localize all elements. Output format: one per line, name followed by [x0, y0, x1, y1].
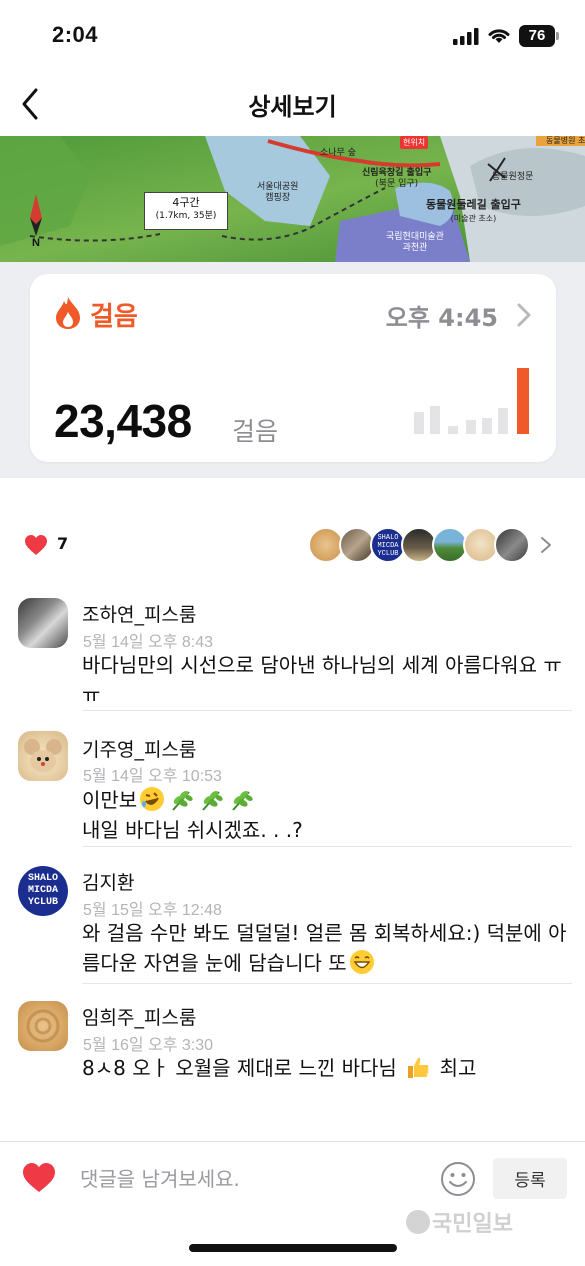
comment-text: 8ㅅ8 오ㅏ 오월을 제대로 느낀 바다님 최고	[82, 1053, 572, 1083]
comment-date: 5월 14일 오후 10:53	[83, 768, 222, 785]
likes-row: 7 SHALO MICDA YCLUB	[0, 520, 585, 570]
divider	[82, 846, 572, 847]
wifi-icon	[488, 29, 510, 43]
avatar	[494, 527, 530, 563]
map-label: 국립현대미술관 과천관	[386, 232, 444, 253]
herb-emoji-icon	[202, 791, 223, 811]
avatar[interactable]	[18, 598, 68, 648]
avatar[interactable]: SHALO MICDA YCLUB	[18, 866, 68, 916]
post-image[interactable]: 소나무 숲 서울대공원 캠핑장 신림육창길 출입구 (북문 입구) 동물원둘레길 출…	[0, 136, 585, 478]
mini-bar	[517, 368, 529, 434]
home-indicator[interactable]	[189, 1244, 397, 1252]
trail-section-box: 4구간 (1.7km, 35분)	[144, 192, 228, 230]
cookie-icon	[26, 1009, 60, 1043]
comment-author[interactable]: 조하연_피스룸	[82, 600, 196, 627]
map-label: 신림육창길 출입구 (북문 입구)	[362, 168, 432, 189]
herb-emoji-icon	[232, 791, 253, 811]
mini-bar	[482, 418, 492, 434]
cellular-signal-icon	[453, 28, 479, 45]
comment-text: 바다님만의 시선으로 담아낸 하나님의 세계 아름다워요 ㅠㅠ	[82, 653, 562, 707]
steps-card[interactable]: 걸음 오후 4:45 23,438 걸음	[30, 274, 556, 462]
comment-text: 이만보 내일 바다님 쉬시겠죠. . .?	[82, 785, 572, 845]
watermark-logo-icon	[406, 1210, 430, 1234]
avatar[interactable]	[18, 731, 68, 781]
composer-divider	[0, 1141, 585, 1142]
steps-label: 걸음	[90, 302, 138, 332]
avatar[interactable]	[18, 1001, 68, 1051]
map-label: 동물병원 초소	[546, 136, 585, 145]
heart-icon[interactable]	[24, 534, 48, 556]
battery-tip	[556, 32, 559, 40]
navigation-bar: 상세보기	[0, 72, 585, 136]
comment-date: 5월 16일 오후 3:30	[83, 1037, 214, 1054]
likes-count: 7	[57, 534, 69, 553]
current-location-pin: 현위치	[400, 136, 429, 149]
chevron-right-icon[interactable]	[516, 302, 532, 328]
comment-text: 와 걸음 수만 봐도 덜덜덜! 얼른 몸 회복하세요:) 덕분에 아름다운 자연…	[82, 918, 572, 978]
submit-button[interactable]: 등록	[493, 1158, 567, 1199]
mini-bar	[466, 420, 476, 434]
comment-input[interactable]	[80, 1160, 430, 1198]
divider	[82, 710, 572, 711]
mini-bar	[414, 412, 424, 434]
trail-section-label: 4구간	[172, 196, 200, 209]
herb-emoji-icon	[172, 791, 193, 811]
heart-icon[interactable]	[22, 1162, 56, 1194]
comment-author[interactable]: 김지환	[82, 868, 134, 895]
map-label: 소나무 숲	[320, 148, 356, 158]
comment-date: 5월 14일 오후 8:43	[83, 634, 214, 651]
mini-bar	[448, 426, 458, 434]
steps-mini-chart	[414, 368, 529, 434]
steps-unit: 걸음	[232, 417, 279, 446]
flame-icon	[56, 297, 80, 329]
smiley-icon[interactable]	[440, 1161, 476, 1197]
trail-section-sub: (1.7km, 35분)	[155, 211, 217, 222]
status-time: 2:04	[52, 22, 99, 47]
compass-icon: N	[30, 194, 42, 248]
rofl-emoji-icon	[140, 787, 165, 811]
comment-date: 5월 15일 오후 12:48	[83, 902, 222, 919]
comment-text-line: 내일 바다님 쉬시겠죠. . .?	[82, 818, 303, 842]
map-label: 서울대공원 캠핑장	[257, 182, 299, 203]
thumbs-up-emoji-icon	[408, 1057, 429, 1078]
chevron-right-icon[interactable]	[540, 536, 552, 554]
grinning-emoji-icon	[349, 950, 374, 974]
steps-time: 오후 4:45	[385, 304, 498, 332]
comment-author[interactable]: 임희주_피스룸	[82, 1003, 196, 1030]
comment-text-body: 와 걸음 수만 봐도 덜덜덜! 얼른 몸 회복하세요:) 덕분에 아름다운 자연…	[82, 921, 567, 975]
battery-indicator: 76	[519, 25, 555, 47]
svg-text:N: N	[32, 237, 40, 248]
comment-text-line: 이만보	[82, 788, 138, 812]
mini-bar	[498, 408, 508, 434]
divider	[82, 983, 572, 984]
comment-text-body: 8ㅅ8 오ㅏ 오월을 제대로 느낀 바다님	[82, 1056, 397, 1080]
mini-bar	[430, 406, 440, 434]
page-title: 상세보기	[248, 93, 337, 121]
comment-author[interactable]: 기주영_피스룸	[82, 735, 196, 762]
map-label: 동물원정문	[492, 172, 534, 182]
comment-text-tail: 최고	[439, 1056, 477, 1080]
status-bar: 2:04 76	[0, 0, 585, 72]
steps-value: 23,438	[54, 395, 192, 447]
map-label: 동물원둘레길 출입구 (미술관 초소)	[426, 198, 521, 224]
mouse-character-icon	[24, 739, 62, 772]
watermark: 국민일보	[406, 1206, 513, 1238]
watermark-text: 국민일보	[432, 1212, 513, 1237]
